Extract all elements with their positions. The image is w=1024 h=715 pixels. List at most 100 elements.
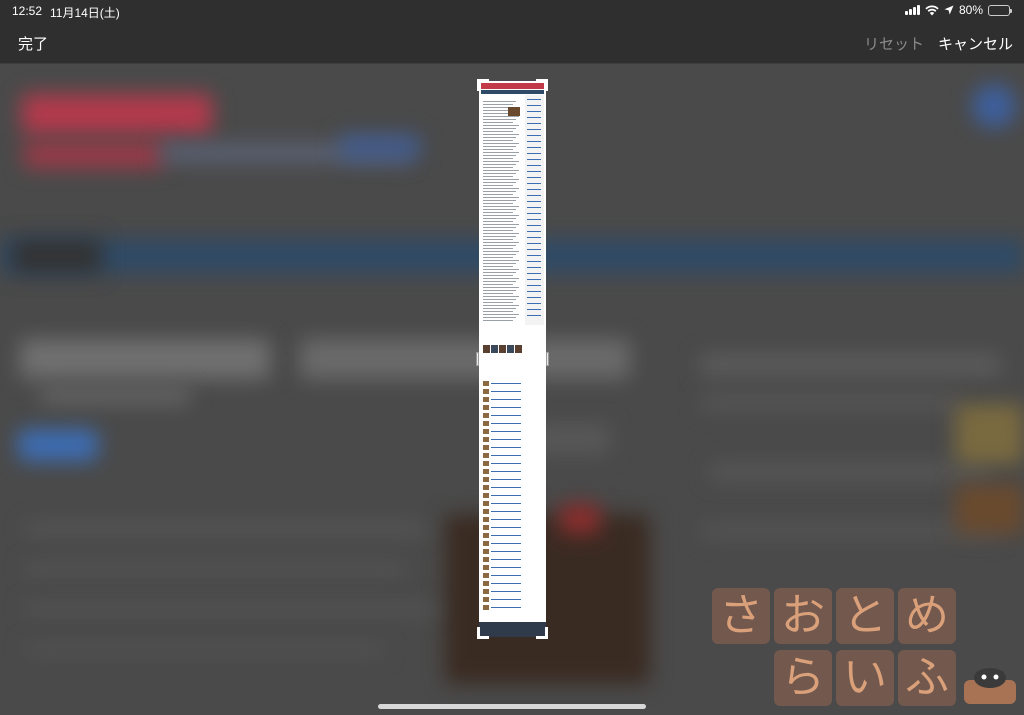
watermark-char: と — [836, 588, 894, 644]
preview-thumbnail — [483, 493, 489, 498]
preview-text-line — [483, 140, 513, 141]
preview-thumbnail — [483, 421, 489, 426]
crop-corner-bottom-left[interactable] — [477, 627, 489, 639]
preview-text-line — [483, 137, 516, 138]
preview-list-link — [491, 543, 521, 544]
status-indicators: 80% — [904, 3, 1012, 17]
preview-sidebar-link — [527, 249, 541, 250]
preview-text-line — [483, 308, 516, 309]
preview-list-link — [491, 479, 521, 480]
preview-text-line — [483, 230, 513, 231]
battery-percent: 80% — [958, 3, 983, 17]
watermark-char: い — [836, 650, 894, 706]
preview-sidebar-link — [527, 177, 541, 178]
preview-text-line — [483, 116, 519, 117]
preview-list-link — [491, 415, 521, 416]
preview-text-line — [483, 176, 513, 177]
preview-text-line — [483, 236, 516, 237]
bg-nav-bar — [12, 239, 102, 273]
bg-text-block — [25, 564, 405, 574]
preview-list-link — [491, 439, 521, 440]
preview-text-line — [483, 281, 516, 282]
crop-corner-bottom-right[interactable] — [536, 627, 548, 639]
preview-list-link — [491, 399, 521, 400]
watermark-char: め — [898, 588, 956, 644]
preview-list-link — [491, 495, 521, 496]
preview-list-link — [491, 503, 521, 504]
preview-list-link — [491, 559, 521, 560]
preview-sidebar-link — [527, 165, 541, 166]
preview-thumbnail — [483, 437, 489, 442]
preview-thumbnail — [483, 413, 489, 418]
status-time: 12:52 — [12, 4, 43, 18]
preview-text-line — [483, 152, 519, 153]
home-indicator[interactable] — [378, 704, 646, 709]
preview-sidebar-link — [527, 267, 541, 268]
preview-text-line — [483, 197, 519, 198]
preview-text-line — [483, 296, 519, 297]
preview-list-link — [491, 471, 521, 472]
preview-sidebar-link — [527, 111, 541, 112]
preview-thumbnail — [483, 381, 489, 386]
preview-text-line — [483, 272, 516, 273]
preview-sidebar-link — [527, 219, 541, 220]
preview-text-line — [483, 134, 519, 135]
preview-thumbnail — [483, 573, 489, 578]
preview-sidebar-link — [527, 201, 541, 202]
preview-list-link — [491, 423, 521, 424]
preview-image — [507, 345, 514, 353]
preview-text-line — [483, 149, 513, 150]
preview-text-line — [483, 101, 516, 102]
preview-thumbnail — [483, 605, 489, 610]
preview-sidebar-link — [527, 261, 541, 262]
preview-text-line — [483, 311, 513, 312]
preview-sidebar-link — [527, 309, 541, 310]
bg-title-block — [20, 339, 270, 379]
preview-text-line — [483, 218, 516, 219]
preview-list-link — [491, 383, 521, 384]
preview-sidebar-link — [527, 141, 541, 142]
crop-handle-right[interactable] — [546, 352, 549, 366]
bg-text-block — [25, 604, 435, 614]
preview-list-link — [491, 567, 521, 568]
preview-sidebar-link — [527, 183, 541, 184]
preview-thumbnail — [483, 477, 489, 482]
preview-sidebar-link — [527, 105, 541, 106]
preview-text-line — [483, 164, 516, 165]
preview-text-line — [483, 227, 516, 228]
preview-image — [483, 345, 490, 353]
preview-thumbnail — [483, 565, 489, 570]
preview-text-line — [483, 170, 519, 171]
crop-handle-left[interactable] — [476, 352, 479, 366]
preview-text-line — [483, 215, 519, 216]
done-button[interactable]: 完了 — [18, 33, 48, 54]
preview-sidebar-link — [527, 159, 541, 160]
preview-image — [515, 345, 522, 353]
preview-text-line — [483, 245, 516, 246]
preview-text-line — [483, 278, 519, 279]
wifi-icon — [925, 4, 939, 15]
screenshot-crop-preview[interactable] — [476, 79, 549, 639]
bg-text-block — [25, 524, 425, 534]
preview-sidebar-link — [527, 117, 541, 118]
preview-text-line — [483, 293, 513, 294]
preview-list-link — [491, 391, 521, 392]
preview-list-link — [491, 599, 521, 600]
crop-corner-top-left[interactable] — [477, 79, 489, 91]
preview-thumbnail — [483, 429, 489, 434]
preview-sidebar-link — [527, 273, 541, 274]
preview-sidebar-link — [527, 189, 541, 190]
crop-corner-top-right[interactable] — [536, 79, 548, 91]
reset-button[interactable]: リセット — [864, 33, 924, 54]
preview-sidebar-link — [527, 291, 541, 292]
preview-sidebar-link — [527, 303, 541, 304]
preview-list-link — [491, 591, 521, 592]
preview-thumbnail — [483, 501, 489, 506]
status-date: 11月14日(土) — [50, 6, 120, 20]
preview-text-line — [483, 224, 519, 225]
markup-toolbar: 完了 リセット キャンセル — [0, 22, 1024, 64]
preview-text-line — [483, 104, 513, 105]
preview-text-line — [483, 248, 513, 249]
cancel-button[interactable]: キャンセル — [938, 33, 1013, 54]
preview-list-link — [491, 535, 521, 536]
